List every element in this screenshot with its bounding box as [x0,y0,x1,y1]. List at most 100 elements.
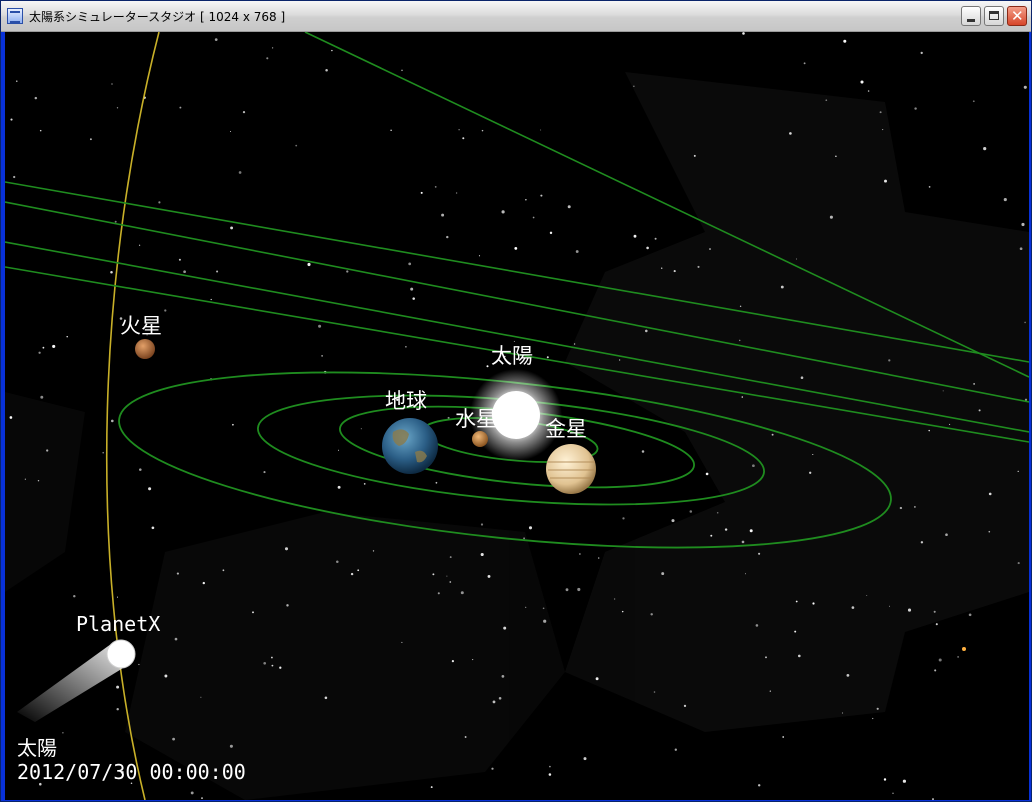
star [938,658,942,662]
star [809,471,812,474]
star [10,118,13,121]
venus [546,444,596,494]
star [883,778,887,781]
status-overlay: 太陽 2012/07/30 00:00:00 [17,736,246,784]
app-window-icon[interactable] [7,8,23,24]
star [462,137,465,140]
solar-system-scene[interactable] [5,32,1029,800]
star [800,376,804,379]
star [549,765,551,768]
star [567,205,571,209]
star [363,483,366,485]
orange-star [962,647,966,651]
title-bar[interactable]: 太陽系シミュレータースタジオ [ 1024 x 768 ] ✕ [1,1,1031,32]
star [738,339,741,342]
star [583,757,587,761]
close-button[interactable]: ✕ [1007,6,1027,26]
star [480,552,484,557]
star [789,132,792,135]
star [867,90,870,92]
star [116,596,119,598]
minimize-icon [967,19,975,22]
star [178,258,181,261]
close-icon: ✕ [1011,7,1024,25]
star [214,38,218,41]
star [803,62,806,65]
star [689,510,693,513]
star [716,512,719,514]
star [671,519,675,523]
star [39,129,42,132]
star [795,258,798,260]
star [935,623,938,626]
star [942,390,944,392]
star [575,250,579,253]
star [1023,85,1027,89]
star [633,85,635,87]
star [597,557,600,559]
star [271,664,274,667]
star [641,450,645,453]
star [372,550,375,552]
star [542,607,545,610]
star [741,540,745,544]
star [242,111,246,114]
star [73,594,76,598]
star [460,591,464,595]
star [66,335,68,338]
star [102,451,105,454]
star [525,606,527,608]
star [653,691,656,693]
star [176,572,179,575]
star [286,604,289,607]
star [983,147,987,151]
star [116,107,119,109]
star [968,613,972,617]
star [957,656,959,658]
star [899,506,903,510]
star [860,80,864,84]
label-venus: 金星 [545,417,587,441]
maximize-button[interactable] [984,6,1004,26]
star [794,630,797,633]
star [914,506,916,508]
star [973,383,975,385]
label-sun: 太陽 [491,344,533,368]
star [9,416,13,419]
star [525,199,527,201]
star [116,685,120,689]
star [52,344,56,348]
star [263,471,266,474]
star [357,569,360,572]
star [110,419,114,423]
minimize-button[interactable] [961,6,981,26]
star [331,49,333,52]
simulation-viewport[interactable]: 火星 太陽 地球 水星 金星 PlanetX 太陽 2012/07/30 00:… [5,32,1029,800]
star [491,767,494,770]
star [238,171,242,174]
star [755,624,759,627]
star [674,748,677,751]
star [945,533,948,537]
star [1024,321,1026,324]
star [111,83,113,85]
label-mercury: 水星 [455,407,497,431]
star [487,574,491,578]
star [1017,562,1020,565]
star [451,660,454,663]
star [782,736,785,738]
star [270,656,273,659]
star [408,262,412,266]
star [337,485,341,489]
star [263,661,267,665]
star [435,481,438,484]
star [749,529,753,533]
star [40,395,44,399]
star [795,600,798,603]
star [16,80,18,82]
maximize-icon [989,11,999,20]
star [914,107,917,110]
star [540,194,543,197]
star [446,575,448,577]
star [825,99,828,102]
